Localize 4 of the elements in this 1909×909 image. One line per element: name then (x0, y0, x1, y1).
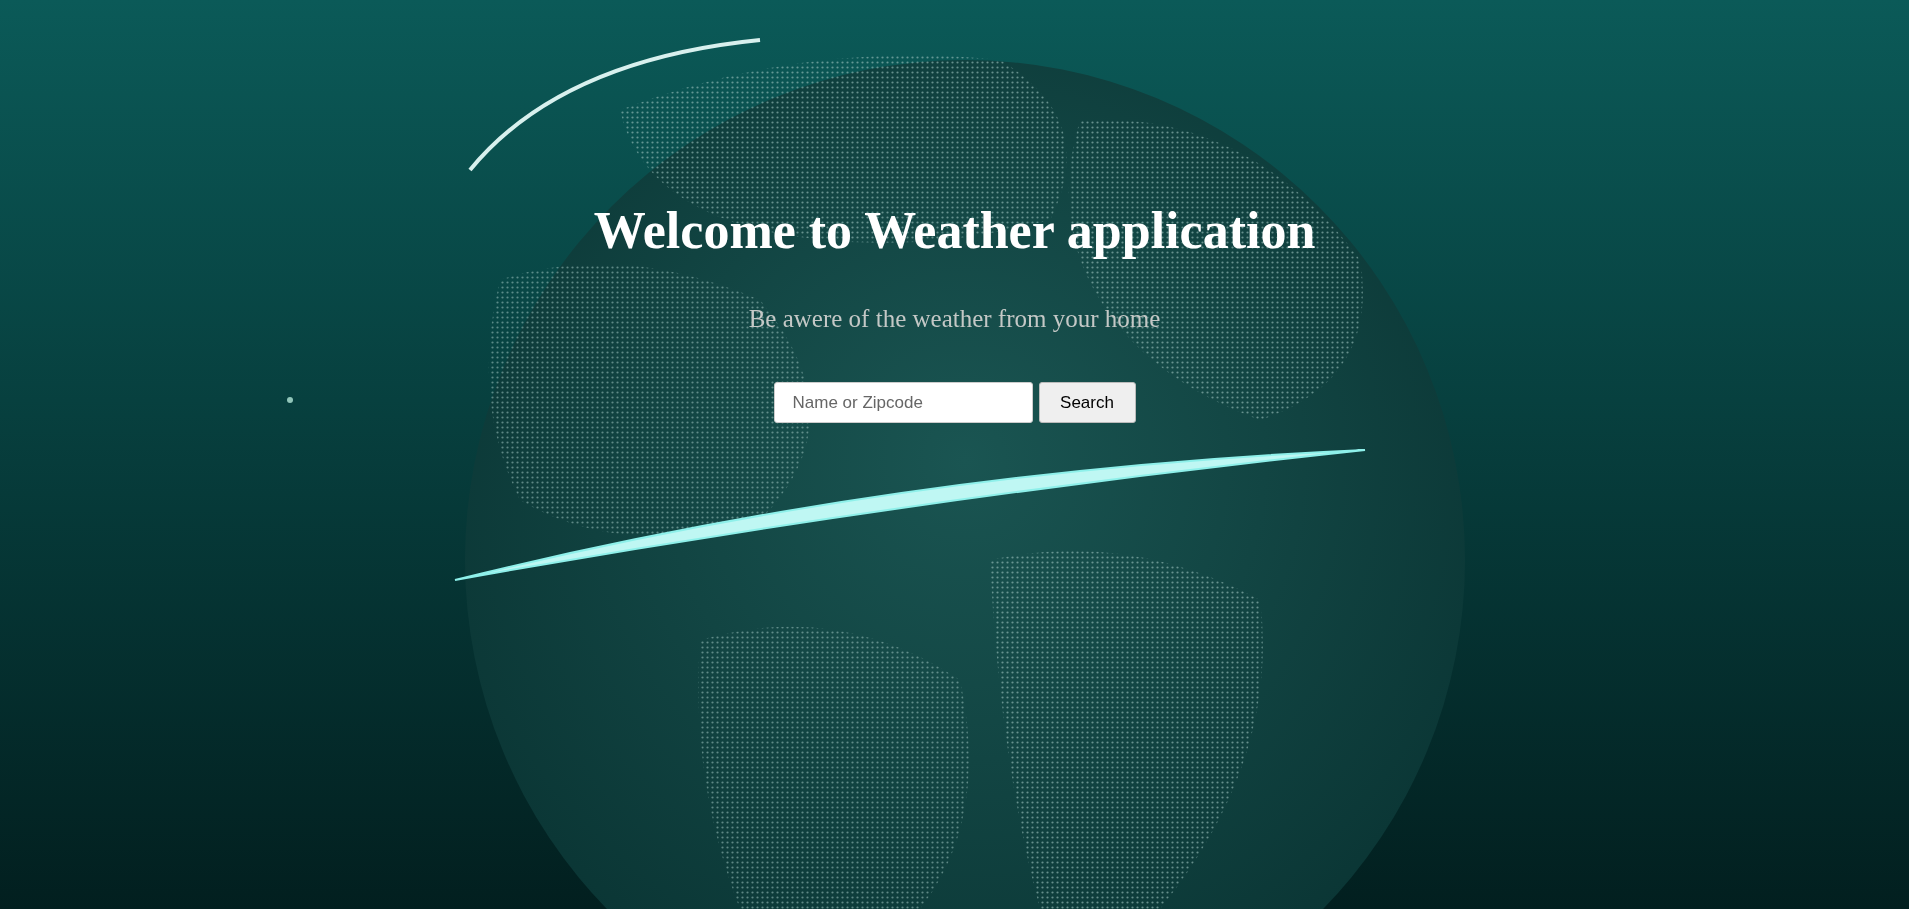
search-button[interactable]: Search (1038, 382, 1136, 423)
page-title: Welcome to Weather application (593, 201, 1316, 261)
page-subtitle: Be awere of the weather from your home (748, 304, 1161, 334)
search-field[interactable]: Name or Zipcode (773, 382, 1033, 423)
